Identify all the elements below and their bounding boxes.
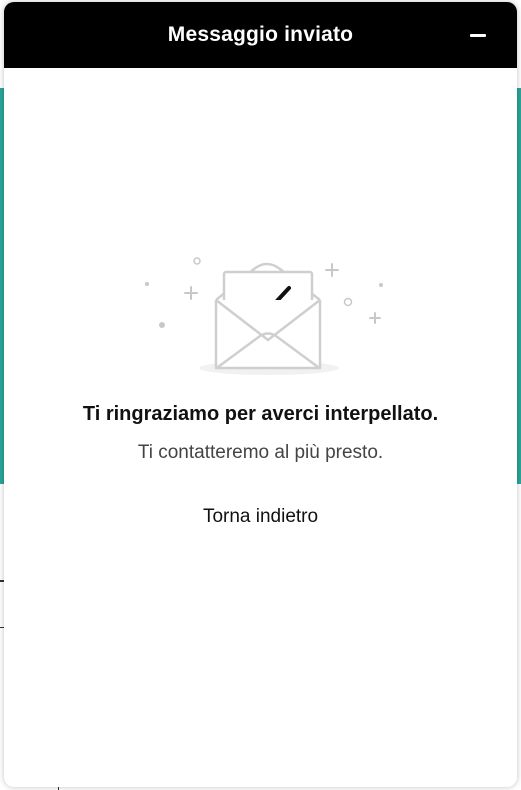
chat-widget: Messaggio inviato Ti ringraziamo per ave… xyxy=(4,2,517,787)
widget-header: Messaggio inviato xyxy=(4,2,517,68)
widget-title: Messaggio inviato xyxy=(167,23,354,46)
minimize-button[interactable] xyxy=(467,24,489,46)
confirmation-subtitle: Ti contatteremo al più presto. xyxy=(137,442,384,463)
back-button[interactable]: Torna indietro xyxy=(4,506,517,528)
confirmation-title: Ti ringraziamo per averci interpellato. xyxy=(82,403,439,425)
minus-icon xyxy=(470,33,486,37)
envelope-check-icon xyxy=(145,257,383,375)
